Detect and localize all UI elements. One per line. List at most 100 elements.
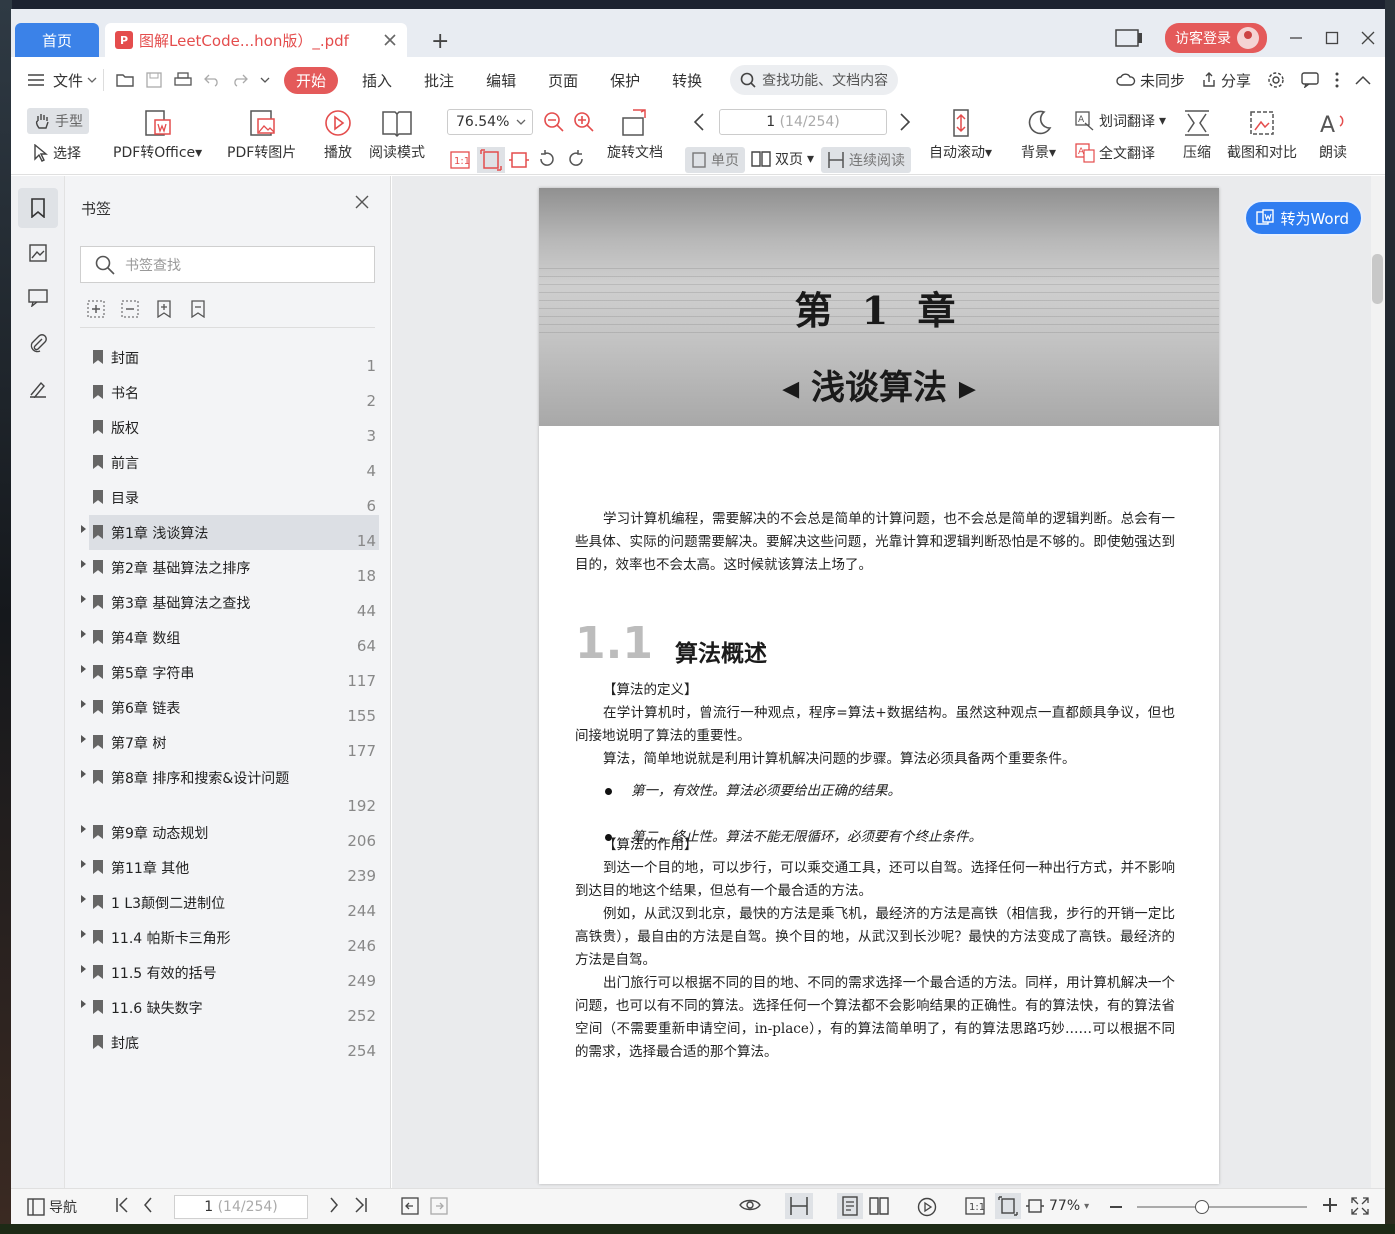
word-translate-button[interactable]: A 划词翻译 ▾ — [1075, 111, 1166, 131]
zoom-slider-knob[interactable] — [1194, 1200, 1209, 1214]
expand-arrow-icon[interactable] — [81, 630, 86, 638]
save-icon[interactable] — [146, 72, 162, 88]
single-view-icon[interactable] — [837, 1193, 863, 1219]
zoom-slider[interactable] — [1137, 1200, 1307, 1214]
last-page-icon[interactable] — [354, 1197, 368, 1213]
bookmark-item[interactable]: 第9章 动态规划 206 — [79, 815, 383, 850]
page-number-input[interactable]: 1 (14/254) — [719, 109, 887, 135]
login-button[interactable]: 访客登录 — [1165, 23, 1267, 53]
hamburger-icon[interactable] — [27, 73, 45, 87]
bookmark-item[interactable]: 第4章 数组 64 — [79, 620, 383, 655]
bookmarks-close-icon[interactable] — [354, 194, 370, 210]
maximize-icon[interactable] — [1325, 31, 1339, 45]
prev-page-icon[interactable] — [693, 113, 705, 131]
zoom-out-icon[interactable] — [543, 111, 565, 133]
expand-arrow-icon[interactable] — [81, 770, 86, 778]
tab-close-icon[interactable] — [383, 33, 397, 47]
collapse-ribbon-icon[interactable] — [1355, 75, 1371, 85]
menu-file[interactable]: 文件 — [45, 70, 87, 91]
nav-toggle-button[interactable]: 导航 — [27, 1197, 77, 1217]
full-translate-button[interactable]: A 全文翻译 — [1075, 143, 1155, 163]
forward-icon[interactable] — [430, 1197, 448, 1215]
actual-size-icon[interactable]: 1:1 — [450, 151, 470, 169]
expand-arrow-icon[interactable] — [81, 895, 86, 903]
compress-button[interactable]: 压缩 — [1181, 107, 1213, 162]
read-aloud-button[interactable]: A 朗读 — [1317, 107, 1349, 162]
double-view-icon[interactable] — [869, 1197, 889, 1215]
bookmark-item[interactable]: 前言 4 — [79, 445, 383, 480]
expand-arrow-icon[interactable] — [81, 930, 86, 938]
bookmark-search-input[interactable]: 书签查找 — [80, 246, 375, 283]
attachment-panel-icon[interactable] — [18, 323, 58, 363]
menu-start[interactable]: 开始 — [284, 66, 339, 94]
select-tool-button[interactable]: 选择 — [33, 143, 81, 163]
expand-arrow-icon[interactable] — [81, 965, 86, 973]
more-quick-icon[interactable] — [260, 75, 270, 85]
next-page-icon[interactable] — [899, 113, 911, 131]
bookmark-item[interactable]: 第3章 基础算法之查找 44 — [79, 585, 383, 620]
play-icon[interactable] — [917, 1197, 937, 1217]
bookmark-item[interactable]: 第2章 基础算法之排序 18 — [79, 550, 383, 585]
fit-page-icon[interactable] — [477, 147, 505, 173]
bookmark-item[interactable]: 第1章 浅谈算法 14 — [79, 515, 383, 550]
new-tab-button[interactable]: + — [431, 29, 449, 54]
expand-all-icon[interactable] — [87, 300, 105, 318]
bookmark-item[interactable]: 封底 254 — [79, 1025, 383, 1060]
fullscreen-icon[interactable] — [1351, 1197, 1369, 1215]
continuous-view-icon[interactable] — [785, 1193, 813, 1219]
bookmark-item[interactable]: 11.4 帕斯卡三角形 246 — [79, 920, 383, 955]
pdf-to-image-button[interactable]: PDF转图片 — [227, 107, 296, 162]
continuous-read-button[interactable]: 连续阅读 — [821, 147, 911, 173]
redo-icon[interactable] — [232, 73, 248, 87]
bookmark-item[interactable]: 1 L3颠倒二进制位 244 — [79, 885, 383, 920]
rotate-doc-button[interactable]: 旋转文档 — [607, 107, 663, 162]
single-page-button[interactable]: 单页 — [685, 147, 745, 173]
menu-insert[interactable]: 插入 — [346, 70, 408, 91]
close-window-icon[interactable] — [1361, 31, 1375, 45]
eye-protect-icon[interactable] — [739, 1197, 761, 1213]
zoom-out-icon[interactable] — [1109, 1205, 1123, 1209]
bookmark-item[interactable]: 第8章 排序和搜索&设计问题 192 — [79, 760, 383, 815]
read-mode-button[interactable]: 阅读模式 — [369, 107, 425, 162]
bookmark-item[interactable]: 目录 6 — [79, 480, 383, 515]
collapse-all-icon[interactable] — [121, 300, 139, 318]
fit-width-icon[interactable] — [508, 149, 530, 169]
signature-panel-icon[interactable] — [18, 368, 58, 408]
bookmark-item[interactable]: 第6章 链表 155 — [79, 690, 383, 725]
fit-page-icon[interactable] — [995, 1193, 1021, 1219]
bookmark-item[interactable]: 版权 3 — [79, 410, 383, 445]
bookmark-item[interactable]: 封面 1 — [79, 340, 383, 375]
bookmark-panel-icon[interactable] — [18, 188, 58, 228]
status-page-input[interactable]: 1 (14/254) — [174, 1195, 308, 1219]
zoom-select[interactable]: 76.54% — [447, 109, 533, 135]
tab-home[interactable]: 首页 — [15, 23, 99, 57]
pdf-to-office-button[interactable]: PDF转Office▾ — [113, 107, 202, 162]
vertical-scrollbar[interactable] — [1371, 176, 1385, 1188]
bookmark-item[interactable]: 第7章 树 177 — [79, 725, 383, 760]
bookmark-item[interactable]: 第5章 字符串 117 — [79, 655, 383, 690]
comment-icon[interactable] — [1301, 72, 1319, 88]
first-page-icon[interactable] — [115, 1197, 129, 1213]
back-icon[interactable] — [401, 1197, 419, 1215]
settings-icon[interactable] — [1267, 71, 1285, 89]
add-bookmark-icon[interactable] — [155, 300, 173, 318]
expand-arrow-icon[interactable] — [81, 735, 86, 743]
zoom-in-icon[interactable] — [1322, 1197, 1338, 1213]
auto-scroll-button[interactable]: 自动滚动▾ — [929, 107, 992, 162]
next-page-icon[interactable] — [329, 1197, 339, 1213]
screenshot-compare-button[interactable]: 截图和对比 — [1227, 107, 1297, 162]
minimize-icon[interactable] — [1289, 31, 1303, 45]
play-button[interactable]: 播放 — [322, 107, 354, 162]
rotate-left-icon[interactable] — [537, 149, 557, 169]
thumbnail-panel-icon[interactable] — [18, 233, 58, 273]
undo-icon[interactable] — [204, 73, 220, 87]
rotate-right-icon[interactable] — [566, 149, 586, 169]
expand-arrow-icon[interactable] — [81, 1000, 86, 1008]
status-zoom-select[interactable]: 77% ▾ — [1025, 1197, 1089, 1215]
sync-button[interactable]: 未同步 — [1116, 70, 1185, 91]
convert-to-word-button[interactable]: 转为Word — [1244, 200, 1363, 236]
hand-tool-button[interactable]: 手型 — [27, 108, 89, 134]
expand-arrow-icon[interactable] — [81, 860, 86, 868]
expand-arrow-icon[interactable] — [81, 525, 86, 533]
share-button[interactable]: 分享 — [1201, 70, 1251, 91]
